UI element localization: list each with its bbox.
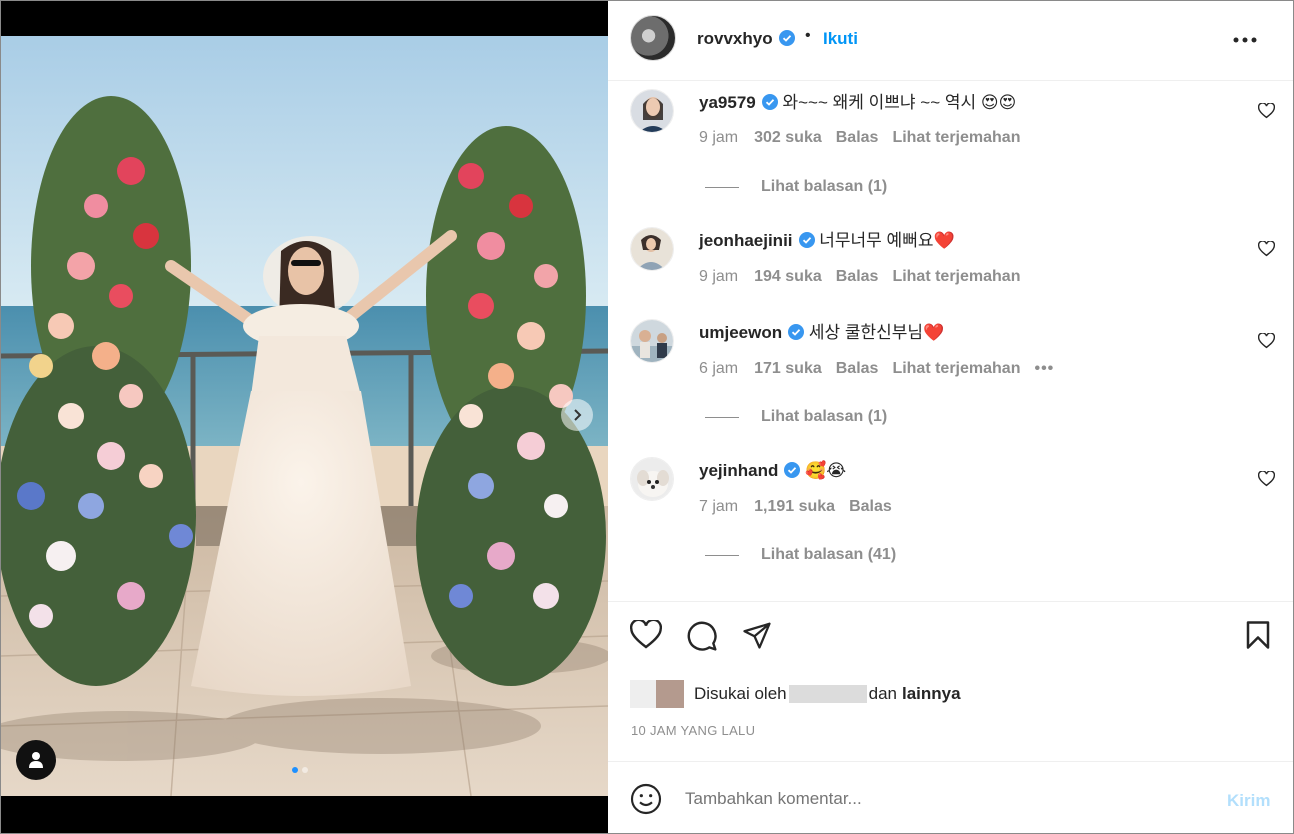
comment-likes[interactable]: 1,191 suka (754, 498, 835, 515)
comment-text-row: umjeewon 세상 쿨한신부님❤️ (699, 322, 944, 344)
commenter-avatar[interactable] (630, 89, 674, 133)
replies-divider (705, 554, 739, 556)
view-replies-label: Lihat balasan (41) (761, 546, 897, 563)
comment-meta: 9 jam 194 suka Balas Lihat terjemahan (699, 268, 1034, 286)
comment-likes[interactable]: 171 suka (754, 360, 822, 377)
reply-button[interactable]: Balas (836, 360, 879, 377)
comment-meta: 9 jam 302 suka Balas Lihat terjemahan (699, 129, 1034, 147)
view-replies-label: Lihat balasan (1) (761, 408, 888, 425)
like-comment-heart-icon[interactable] (1258, 103, 1275, 119)
comment-body: 세상 쿨한신부님❤️ (808, 323, 945, 342)
comment-username[interactable]: ya9579 (699, 93, 756, 112)
reply-button[interactable]: Balas (849, 498, 892, 515)
comment-meta: 7 jam 1,191 suka Balas (699, 498, 906, 516)
comment-username[interactable]: umjeewon (699, 323, 782, 342)
comment-username[interactable]: jeonhaejinii (699, 231, 793, 250)
carousel-dot-active (292, 767, 298, 773)
send-comment-button[interactable]: Kirim (1227, 791, 1270, 811)
comment-time[interactable]: 9 jam (699, 129, 738, 146)
replies-divider (705, 416, 739, 418)
verified-badge-icon (798, 232, 815, 248)
comment-composer: Kirim (608, 761, 1293, 833)
comments-list: ya9579 와~~~ 왜케 이쁘냐 ~~ 역시 😍😍 9 jam 302 suk… (608, 81, 1293, 601)
emoji-smiley-icon[interactable] (630, 783, 662, 815)
comment-meta: 6 jam 171 suka Balas Lihat terjemahan ••• (699, 360, 1068, 378)
comment-likes[interactable]: 194 suka (754, 268, 822, 285)
commenter-avatar[interactable] (630, 227, 674, 271)
replies-divider (705, 186, 739, 188)
follow-button[interactable]: Ikuti (823, 29, 858, 49)
liker-name-redacted[interactable] (788, 685, 867, 703)
comment-text-row: ya9579 와~~~ 왜케 이쁘냐 ~~ 역시 😍😍 (699, 92, 1016, 114)
carousel-indicator (292, 767, 308, 773)
comment-bubble-icon[interactable] (686, 620, 718, 652)
post-timestamp[interactable]: 10 JAM YANG LALU (631, 723, 755, 738)
translate-button[interactable]: Lihat terjemahan (892, 129, 1020, 146)
view-replies-button[interactable]: Lihat balasan (1) (705, 408, 887, 426)
wedding-photo-illustration (1, 36, 608, 796)
header-separator: • (805, 27, 811, 44)
likes-others-link[interactable]: lainnya (902, 684, 961, 704)
verified-badge-icon (788, 324, 805, 340)
comment-body: 🥰😭 (805, 461, 847, 480)
post-media-panel (1, 1, 608, 833)
chevron-right-icon (574, 409, 582, 421)
author-avatar[interactable] (630, 15, 676, 61)
verified-badge-icon (778, 30, 795, 46)
post-actions: Disukai oleh dan lainnya 10 JAM YANG LAL… (608, 601, 1293, 761)
view-replies-button[interactable]: Lihat balasan (41) (705, 546, 896, 564)
save-bookmark-icon[interactable] (1245, 620, 1271, 650)
verified-badge-icon (761, 94, 778, 110)
post-side-panel: rovvxhyo • Ikuti ya9579 와~~~ 왜케 이쁘냐 ~~ 역… (608, 1, 1293, 833)
next-image-button[interactable] (561, 399, 593, 431)
reply-button[interactable]: Balas (836, 129, 879, 146)
post-photo[interactable] (1, 36, 608, 796)
commenter-avatar[interactable] (630, 319, 674, 363)
verified-badge-icon (784, 462, 801, 478)
view-replies-button[interactable]: Lihat balasan (1) (705, 178, 887, 196)
like-heart-icon[interactable] (630, 620, 662, 650)
reply-button[interactable]: Balas (836, 268, 879, 285)
like-comment-heart-icon[interactable] (1258, 333, 1275, 349)
tagged-users-button[interactable] (16, 740, 56, 780)
comment-username[interactable]: yejinhand (699, 461, 778, 480)
author-username[interactable]: rovvxhyo (697, 29, 773, 48)
carousel-dot (302, 767, 308, 773)
share-paper-plane-icon[interactable] (741, 620, 773, 650)
comment-time[interactable]: 9 jam (699, 268, 738, 285)
likes-middle: dan (868, 684, 897, 703)
comment-time[interactable]: 7 jam (699, 498, 738, 515)
more-options-icon[interactable] (1233, 37, 1257, 43)
comment-text-row: yejinhand 🥰😭 (699, 460, 846, 482)
view-replies-label: Lihat balasan (1) (761, 178, 888, 195)
commenter-avatar[interactable] (630, 457, 674, 501)
likes-prefix: Disukai oleh (694, 684, 787, 703)
comment-body: 와~~~ 왜케 이쁘냐 ~~ 역시 😍😍 (782, 93, 1017, 112)
comment-time[interactable]: 6 jam (699, 360, 738, 377)
liker-avatar[interactable] (656, 680, 684, 708)
author-username-row: rovvxhyo (697, 29, 795, 49)
likes-summary: Disukai oleh dan lainnya (630, 680, 961, 708)
comment-body: 너무너무 예뻐요❤️ (819, 231, 955, 250)
person-icon (29, 752, 43, 768)
post-header: rovvxhyo • Ikuti (608, 1, 1293, 81)
comment-likes[interactable]: 302 suka (754, 129, 822, 146)
comment-input[interactable] (685, 789, 1205, 809)
comment-options-icon[interactable]: ••• (1034, 360, 1054, 377)
translate-button[interactable]: Lihat terjemahan (892, 360, 1020, 377)
like-comment-heart-icon[interactable] (1258, 241, 1275, 257)
liker-avatar[interactable] (630, 680, 658, 708)
comment-text-row: jeonhaejinii 너무너무 예뻐요❤️ (699, 230, 955, 252)
translate-button[interactable]: Lihat terjemahan (892, 268, 1020, 285)
like-comment-heart-icon[interactable] (1258, 471, 1275, 487)
